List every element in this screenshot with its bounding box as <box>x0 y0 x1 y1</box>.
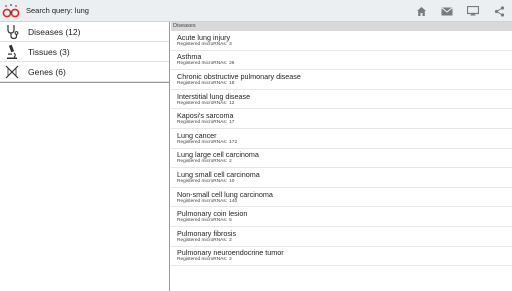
cast-screen-icon[interactable] <box>460 0 486 22</box>
microrna-count: Registered microRNAs: 18 <box>177 80 235 86</box>
disease-name: Pulmonary fibrosis <box>177 228 237 238</box>
sidebar-item-label: Diseases (12) <box>28 26 81 37</box>
stethoscope-icon <box>0 22 24 42</box>
list-item[interactable]: Pulmonary fibrosis Registered microRNAs:… <box>171 227 512 247</box>
sidebar-item-tissues[interactable]: Tissues (3) <box>0 42 169 62</box>
microrna-count: Registered microRNAs: 10 <box>177 178 235 184</box>
microrna-count: Registered microRNAs: 2 <box>177 159 232 165</box>
microrna-count: Registered microRNAs: 172 <box>177 139 238 145</box>
microrna-count: Registered microRNAs: 12 <box>177 100 235 106</box>
microrna-count: Registered microRNAs: 140 <box>177 198 238 204</box>
microrna-count: Registered microRNAs: 3 <box>177 41 232 47</box>
disease-list: Acute lung injury Registered microRNAs: 3… <box>171 31 512 267</box>
results-panel: Diseases Acute lung injury Registered mi… <box>171 22 512 291</box>
mail-icon[interactable] <box>434 0 460 22</box>
list-item[interactable]: Chronic obstructive pulmonary disease Re… <box>171 70 512 90</box>
list-item[interactable]: Pulmonary neuroendocrine tumor Registere… <box>171 247 512 267</box>
action-bar: Search query: lung <box>0 0 512 22</box>
microrna-count: Registered microRNAs: 17 <box>177 120 235 126</box>
sidebar-item-diseases[interactable]: Diseases (12) <box>0 22 169 42</box>
list-item[interactable]: Interstitial lung disease Registered mic… <box>171 90 512 110</box>
page-title: Search query: lung <box>26 6 89 15</box>
microrna-count: Registered microRNAs: 5 <box>177 218 232 224</box>
disease-name: Chronic obstructive pulmonary disease <box>177 71 301 81</box>
microscope-icon <box>0 42 24 62</box>
microrna-count: Registered microRNAs: 2 <box>177 237 232 243</box>
list-item[interactable]: Non-small cell lung carcinoma Registered… <box>171 188 512 208</box>
list-item[interactable]: Acute lung injury Registered microRNAs: 3 <box>171 31 512 51</box>
action-buttons <box>408 0 512 22</box>
disease-name: Lung cancer <box>177 130 217 140</box>
sidebar-item-genes[interactable]: Genes (6) <box>0 62 169 82</box>
microrna-count: Registered microRNAs: 2 <box>177 257 232 263</box>
disease-name: Asthma <box>177 52 202 62</box>
list-item[interactable]: Kaposi's sarcoma Registered microRNAs: 17 <box>171 109 512 129</box>
list-item[interactable]: Asthma Registered microRNAs: 26 <box>171 51 512 71</box>
section-header: Diseases <box>171 22 512 31</box>
sidebar-item-label: Genes (6) <box>28 66 66 77</box>
disease-name: Pulmonary neuroendocrine tumor <box>177 248 284 258</box>
disease-name: Pulmonary coin lesion <box>177 209 248 219</box>
sidebar-divider <box>0 82 169 83</box>
disease-name: Lung large cell carcinoma <box>177 150 259 160</box>
app-window: Search query: lung Diseases (12) Tissues… <box>0 0 512 291</box>
microrna-count: Registered microRNAs: 26 <box>177 61 235 67</box>
list-item[interactable]: Lung small cell carcinoma Registered mic… <box>171 168 512 188</box>
disease-name: Non-small cell lung carcinoma <box>177 189 273 199</box>
list-item[interactable]: Pulmonary coin lesion Registered microRN… <box>171 207 512 227</box>
disease-name: Acute lung injury <box>177 32 231 42</box>
disease-name: Interstitial lung disease <box>177 91 251 101</box>
category-sidebar: Diseases (12) Tissues (3) Genes (6) <box>0 22 170 291</box>
disease-name: Kaposi's sarcoma <box>177 111 234 121</box>
list-item[interactable]: Lung large cell carcinoma Registered mic… <box>171 149 512 169</box>
disease-name: Lung small cell carcinoma <box>177 169 260 179</box>
share-icon[interactable] <box>486 0 512 22</box>
sidebar-item-label: Tissues (3) <box>28 46 70 57</box>
list-item[interactable]: Lung cancer Registered microRNAs: 172 <box>171 129 512 149</box>
dna-icon <box>0 62 24 82</box>
app-logo-icon[interactable] <box>0 0 22 22</box>
home-icon[interactable] <box>408 0 434 22</box>
